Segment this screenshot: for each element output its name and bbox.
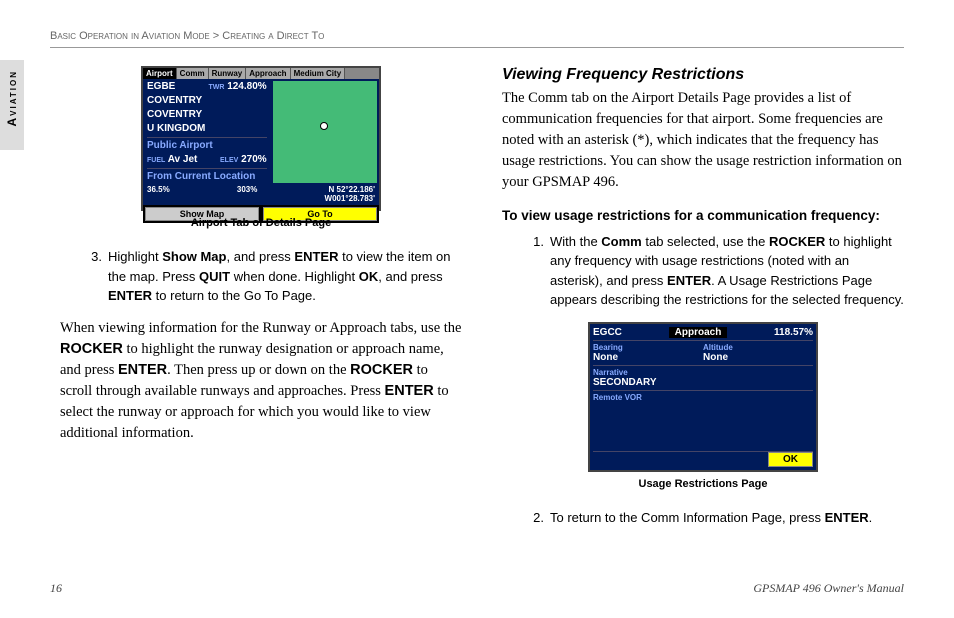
sc1-tab: Airport [143,68,177,79]
step-3: 3. Highlight Show Map, and press ENTER t… [88,247,462,306]
paragraph-comm-intro: The Comm tab on the Airport Details Page… [502,88,904,193]
footer: 16 GPSMAP 496 Owner's Manual [50,581,904,596]
section-tab: Aviation [0,60,24,150]
breadcrumb-section: Basic Operation in Aviation Mode [50,30,210,42]
heading-freq-restrictions: Viewing Frequency Restrictions [502,66,904,84]
screenshot-airport-details: Airport Comm Runway Approach Medium City… [141,66,381,211]
sc1-map [273,81,377,183]
rule-top [50,47,904,48]
proc-step-2: 2. To return to the Comm Information Pag… [530,508,904,528]
caption-1: Airport Tab of Details Page [60,217,462,229]
right-column: Viewing Frequency Restrictions The Comm … [502,66,904,539]
sc2-ok-button: OK [768,452,813,467]
breadcrumb-sub: Creating a Direct To [222,30,324,42]
sc1-tab: Medium City [291,68,346,79]
breadcrumb: Basic Operation in Aviation Mode > Creat… [50,30,904,42]
sc1-tab: Approach [246,68,290,79]
proc-step-1: 1. With the Comm tab selected, use the R… [530,232,904,310]
manual-title: GPSMAP 496 Owner's Manual [753,581,904,596]
sc1-tabrow: Airport Comm Runway Approach Medium City [143,68,379,79]
screenshot-usage-restrictions: EGCC Approach 118.57% BearingNone Altitu… [588,322,818,472]
section-tab-label: Aviation [5,70,19,127]
sc1-tab: Runway [209,68,247,79]
sc1-tab: Comm [177,68,209,79]
paragraph-runway: When viewing information for the Runway … [60,318,462,444]
left-column: Airport Comm Runway Approach Medium City… [60,66,462,539]
caption-2: Usage Restrictions Page [502,478,904,490]
heading-procedure: To view usage restrictions for a communi… [502,207,904,226]
page-number: 16 [50,581,62,596]
